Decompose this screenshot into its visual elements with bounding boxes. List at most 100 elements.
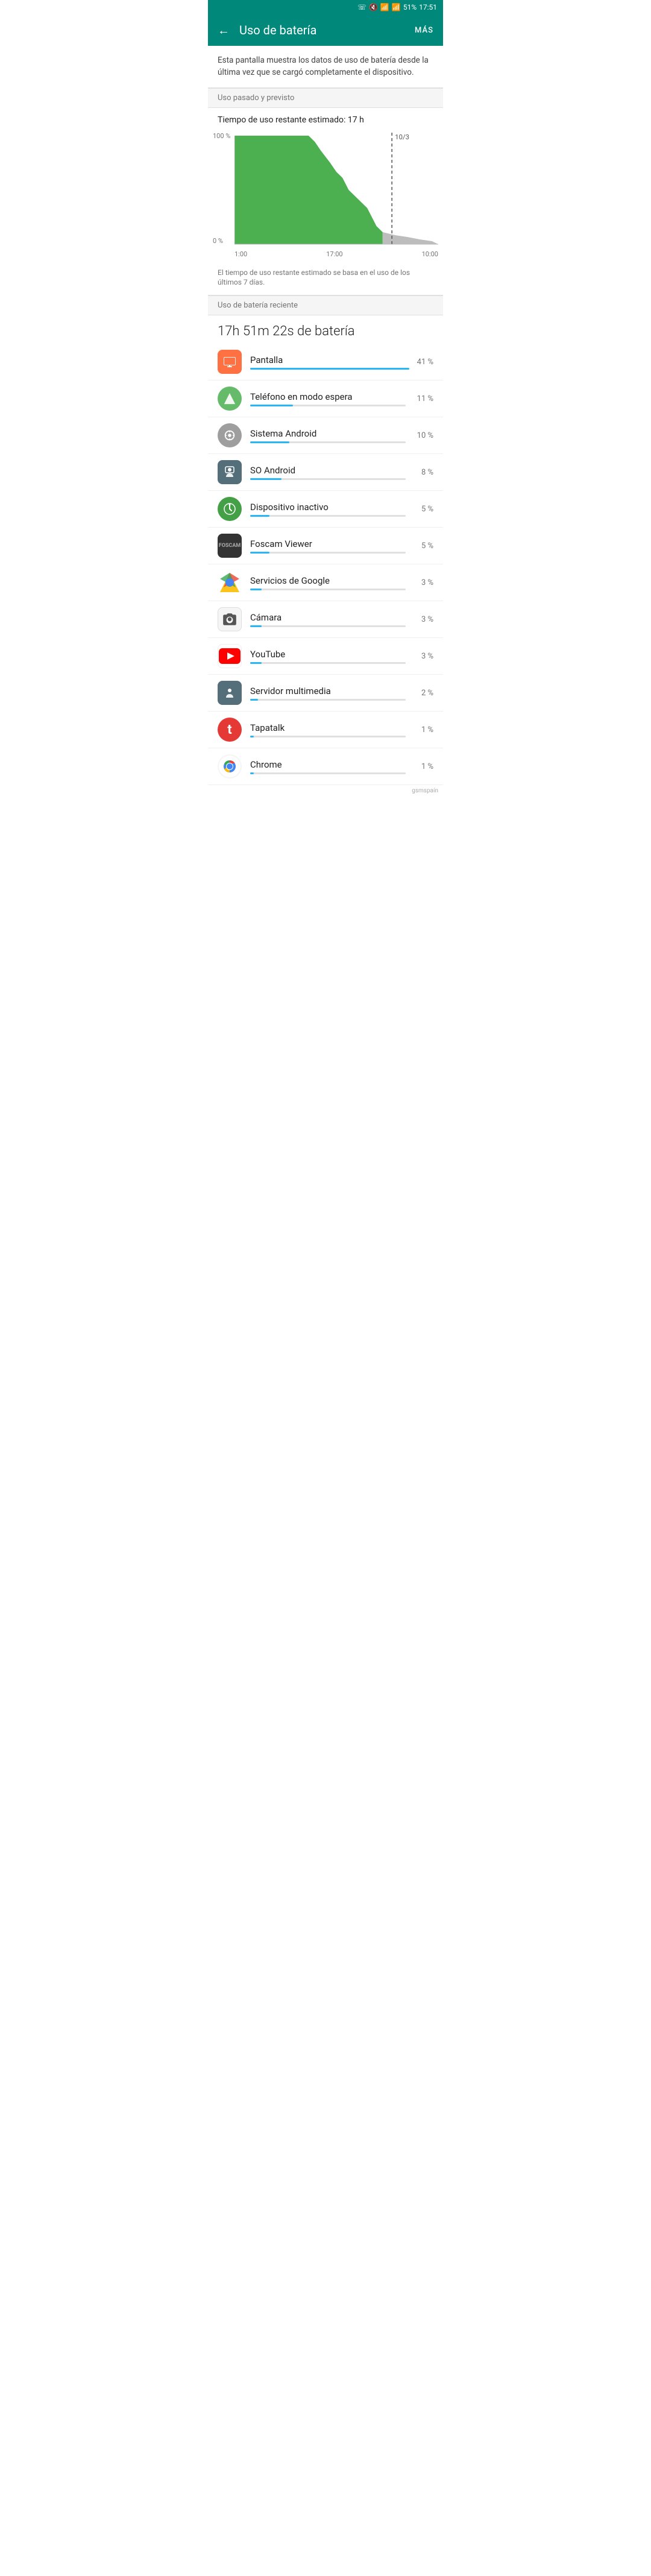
battery-bar-outer	[250, 368, 406, 370]
main-content: Esta pantalla muestra los datos de uso d…	[208, 46, 443, 785]
battery-bar-outer	[250, 589, 406, 590]
app-item[interactable]: Chrome 1 %	[208, 748, 443, 785]
app-info: Pantalla	[250, 355, 406, 370]
estimated-time-text: Tiempo de uso restante estimado: 17 h	[208, 108, 443, 127]
info-description: Esta pantalla muestra los datos de uso d…	[208, 46, 443, 88]
app-info: Servidor multimedia	[250, 686, 406, 701]
app-name: Cámara	[250, 612, 406, 623]
app-name: Servicios de Google	[250, 575, 406, 586]
battery-bar-inner	[250, 441, 289, 443]
app-info: Chrome	[250, 759, 406, 774]
battery-bar-inner	[250, 589, 262, 590]
notification-icon: ☏	[357, 3, 366, 11]
app-info: Sistema Android	[250, 428, 406, 443]
battery-bar-inner	[250, 662, 262, 664]
battery-bar-outer	[250, 736, 406, 737]
battery-bar-inner	[250, 368, 409, 370]
app-info: SO Android	[250, 465, 406, 480]
section-header-pasado: Uso pasado y previsto	[208, 88, 443, 108]
x-label-1: 1:00	[234, 250, 247, 258]
app-percent: 41 %	[412, 358, 433, 367]
app-info: YouTube	[250, 649, 406, 664]
x-label-3: 10:00	[422, 250, 438, 258]
app-name: Servidor multimedia	[250, 686, 406, 696]
app-percent: 2 %	[412, 689, 433, 698]
app-bar-title: Uso de batería	[239, 23, 415, 37]
mute-icon: 🔇	[369, 3, 378, 11]
battery-bar-inner	[250, 699, 258, 701]
app-info: Servicios de Google	[250, 575, 406, 590]
svg-text:10/3: 10/3	[395, 133, 409, 141]
y-label-bottom: 0 %	[213, 237, 232, 245]
app-item[interactable]: Servicios de Google 3 %	[208, 564, 443, 601]
app-percent: 5 %	[412, 541, 433, 551]
app-item[interactable]: SO Android 8 %	[208, 454, 443, 491]
x-label-2: 17:00	[326, 250, 342, 258]
app-percent: 11 %	[412, 394, 433, 403]
battery-bar-inner	[250, 552, 269, 554]
app-info: Cámara	[250, 612, 406, 627]
chart-area: 10/3	[234, 130, 438, 250]
status-icons: ☏ 🔇 📶 📶 51% 17:51	[357, 3, 437, 11]
battery-percent: 51%	[403, 3, 417, 11]
app-percent: 1 %	[412, 725, 433, 734]
time: 17:51	[419, 3, 437, 11]
app-name: SO Android	[250, 465, 406, 476]
app-item[interactable]: FOSCAM Foscam Viewer 5 %	[208, 528, 443, 564]
app-bar: ← Uso de batería MÁS	[208, 14, 443, 46]
app-name: YouTube	[250, 649, 406, 660]
app-item[interactable]: t Tapatalk 1 %	[208, 712, 443, 748]
battery-bar-outer	[250, 552, 406, 554]
battery-bar-outer	[250, 441, 406, 443]
wifi-icon: 📶	[380, 3, 389, 11]
app-name: Tapatalk	[250, 722, 406, 733]
chart-x-labels: 1:00 17:00 10:00	[234, 250, 438, 260]
battery-bar-inner	[250, 405, 293, 406]
battery-total: 17h 51m 22s de batería	[208, 315, 443, 344]
app-percent: 3 %	[412, 652, 433, 661]
app-percent: 1 %	[412, 762, 433, 771]
app-name: Chrome	[250, 759, 406, 770]
battery-bar-inner	[250, 772, 254, 774]
chart-y-labels: 100 % 0 %	[213, 132, 232, 245]
y-label-top: 100 %	[213, 132, 232, 140]
signal-icon: 📶	[392, 3, 401, 11]
app-name: Pantalla	[250, 355, 406, 365]
chart-note: El tiempo de uso restante estimado se ba…	[208, 263, 443, 296]
battery-bar-outer	[250, 478, 406, 480]
app-item[interactable]: Sistema Android 10 %	[208, 417, 443, 454]
battery-bar-outer	[250, 625, 406, 627]
battery-bar-outer	[250, 772, 406, 774]
app-item[interactable]: Teléfono en modo espera 11 %	[208, 380, 443, 417]
battery-bar-inner	[250, 736, 254, 737]
app-info: Tapatalk	[250, 722, 406, 737]
chart-svg: 10/3	[234, 130, 438, 250]
battery-bar-outer	[250, 699, 406, 701]
app-item[interactable]: Pantalla 41 %	[208, 344, 443, 380]
watermark: gsmspaín	[208, 785, 443, 797]
battery-chart: 100 % 0 % 10/3 1:00 17:00 10:00	[208, 127, 443, 263]
app-list: Pantalla 41 % Teléfono en modo espera 11…	[208, 344, 443, 785]
app-percent: 5 %	[412, 505, 433, 514]
app-item[interactable]: Cámara 3 %	[208, 601, 443, 638]
app-item[interactable]: YouTube 3 %	[208, 638, 443, 675]
app-name: Dispositivo inactivo	[250, 502, 406, 513]
battery-bar-outer	[250, 405, 406, 406]
app-item[interactable]: Dispositivo inactivo 5 %	[208, 491, 443, 528]
app-percent: 3 %	[412, 578, 433, 587]
back-button[interactable]: ←	[218, 23, 230, 38]
app-name: Foscam Viewer	[250, 538, 406, 549]
section-header-reciente: Uso de batería reciente	[208, 295, 443, 315]
app-name: Sistema Android	[250, 428, 406, 439]
battery-bar-outer	[250, 662, 406, 664]
app-percent: 8 %	[412, 468, 433, 477]
app-info: Foscam Viewer	[250, 538, 406, 554]
status-bar: ☏ 🔇 📶 📶 51% 17:51	[208, 0, 443, 14]
app-info: Dispositivo inactivo	[250, 502, 406, 517]
battery-bar-outer	[250, 515, 406, 517]
app-item[interactable]: Servidor multimedia 2 %	[208, 675, 443, 712]
more-button[interactable]: MÁS	[415, 26, 433, 35]
app-info: Teléfono en modo espera	[250, 391, 406, 406]
app-name: Teléfono en modo espera	[250, 391, 406, 402]
battery-bar-inner	[250, 625, 262, 627]
